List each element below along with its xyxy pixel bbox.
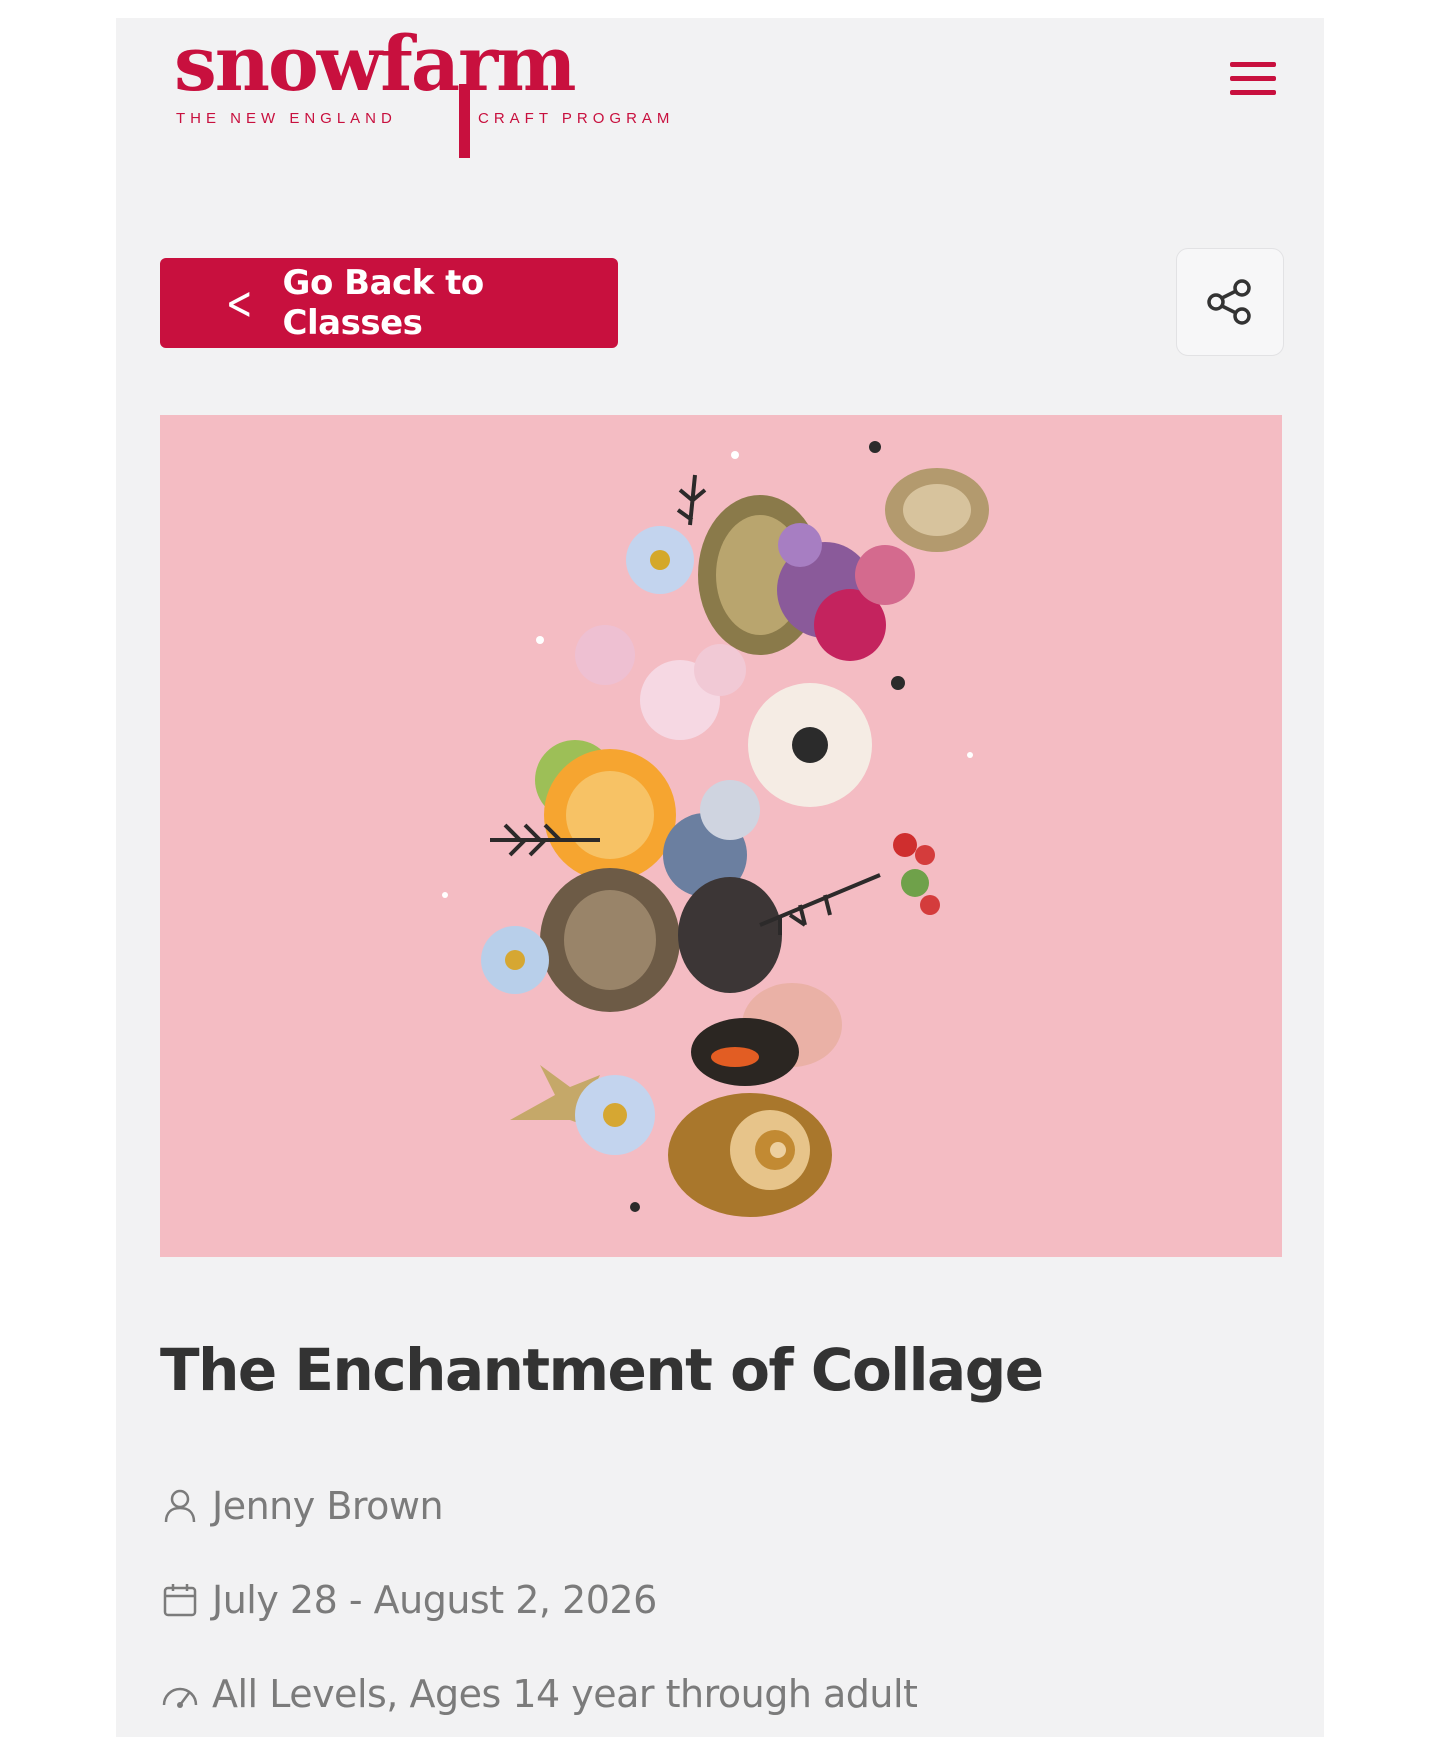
- share-button[interactable]: [1176, 248, 1284, 356]
- hero-image: [160, 415, 1282, 1257]
- class-title: The Enchantment of Collage: [160, 1336, 1044, 1404]
- logo-stem: [459, 84, 470, 158]
- page-panel: snowfarm THE NEW ENGLAND CRAFT PROGRAM <…: [116, 18, 1324, 1737]
- instructor-name[interactable]: Jenny Brown: [212, 1484, 444, 1528]
- calendar-icon: [160, 1580, 200, 1620]
- dates-row: July 28 - August 2, 2026: [160, 1578, 657, 1622]
- logo-tagline-right: CRAFT PROGRAM: [478, 110, 675, 127]
- snowfarm-logo[interactable]: snowfarm THE NEW ENGLAND CRAFT PROGRAM: [174, 26, 694, 166]
- back-button-label: Go Back to Classes: [282, 263, 485, 343]
- class-level: All Levels, Ages 14 year through adult: [212, 1672, 918, 1716]
- logo-wordmark: snowfarm: [174, 19, 577, 108]
- gauge-icon: [160, 1674, 200, 1714]
- hamburger-icon[interactable]: [1230, 62, 1276, 102]
- go-back-to-classes-button[interactable]: < Go Back to Classes: [160, 258, 618, 348]
- share-icon: [1207, 279, 1251, 325]
- level-row: All Levels, Ages 14 year through adult: [160, 1672, 918, 1716]
- class-dates: July 28 - August 2, 2026: [212, 1578, 657, 1622]
- instructor-row: Jenny Brown: [160, 1484, 444, 1528]
- chevron-left-icon: <: [225, 276, 253, 330]
- collage-artwork: [160, 415, 1282, 1257]
- person-icon: [160, 1486, 200, 1526]
- logo-tagline-left: THE NEW ENGLAND: [176, 110, 397, 127]
